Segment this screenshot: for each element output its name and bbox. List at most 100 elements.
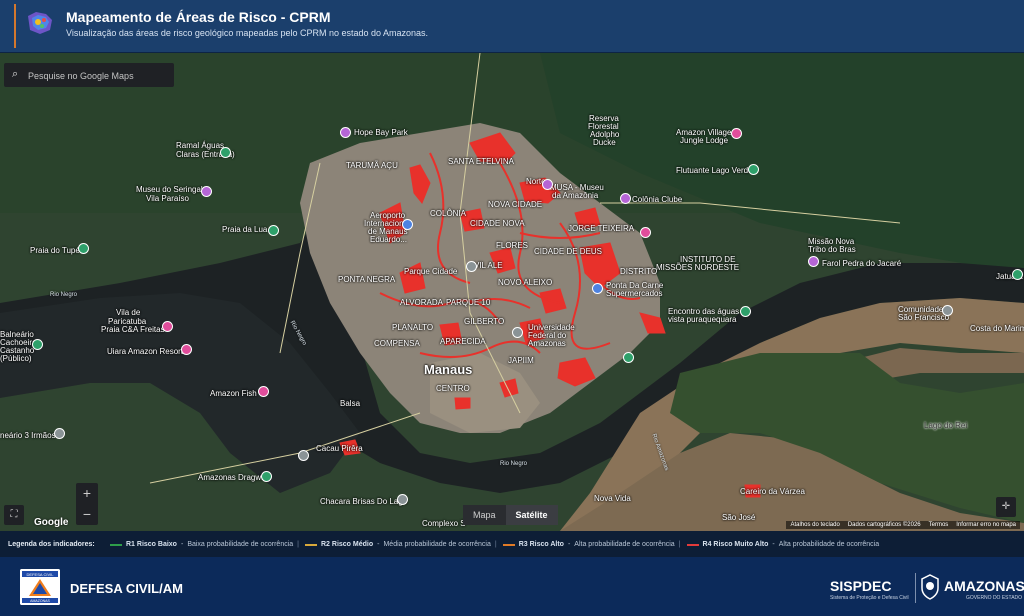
poi-label: Ramal Águas — [176, 141, 225, 150]
map-attribution: Atalhos do teclado Dados cartográficos ©… — [786, 521, 1020, 529]
district-label: PONTA NEGRA — [338, 275, 396, 284]
app-footer: DEFESA CIVIL AMAZONAS DEFESA CIVIL/AM SI… — [0, 557, 1024, 616]
poi-marker-icon[interactable] — [201, 186, 212, 197]
poi-marker-icon[interactable] — [397, 494, 408, 505]
poi-marker-icon[interactable] — [592, 283, 603, 294]
poi-label: neário 3 Irmãos — [0, 431, 56, 440]
poi-label: Supermercados — [606, 289, 663, 298]
poi-label: Amazonas Dragway — [198, 473, 270, 482]
legend-desc: Média probabilidade de ocorrência — [383, 541, 491, 548]
amazonas-subtitle: GOVERNO DO ESTADO — [966, 595, 1023, 601]
district-label: SANTA ETELVINA — [448, 157, 514, 166]
place-label: Balsa — [340, 399, 361, 408]
poi-marker-icon[interactable] — [1012, 269, 1023, 280]
legend-item-r3: R3 Risco Alto - Alta probabilidade de oc… — [502, 541, 681, 548]
place-label: Vila de — [116, 308, 141, 317]
fullscreen-button[interactable]: ⛶ — [4, 505, 24, 525]
page-title: Mapeamento de Áreas de Risco - CPRM — [66, 9, 331, 25]
airport-marker-icon[interactable] — [402, 219, 413, 230]
poi-marker-icon[interactable] — [258, 386, 269, 397]
camera-control-button[interactable]: ✛ — [996, 497, 1016, 517]
zoom-out-button[interactable]: − — [76, 504, 98, 525]
poi-label: Museu do Seringal — [136, 185, 203, 194]
legend-item-r4: R4 Risco Muito Alto - Alta probabilidade… — [686, 541, 880, 548]
legend-desc: Alta probabilidade de ocorrência — [778, 541, 880, 548]
poi-marker-icon[interactable] — [808, 256, 819, 267]
district-label: JAPIIM — [508, 356, 534, 365]
poi-label: Amazonas — [528, 339, 566, 348]
legend-separator: | — [494, 541, 497, 548]
poi-marker-icon[interactable] — [942, 305, 953, 316]
place-label: Cacau Pirêra — [316, 444, 363, 453]
poi-marker-icon[interactable] — [162, 321, 173, 332]
poi-marker-icon[interactable] — [731, 128, 742, 139]
legend-swatch — [502, 543, 515, 546]
poi-marker-icon[interactable] — [740, 306, 751, 317]
map-search-box[interactable]: ⌕ — [4, 63, 174, 87]
poi-marker-icon[interactable] — [640, 227, 651, 238]
place-label: Lago do Rei — [924, 421, 968, 430]
district-label: GILBERTO — [464, 317, 505, 326]
place-label: Nova Vida — [594, 494, 631, 503]
amazonas-logo-text: AMAZONAS — [944, 578, 1024, 594]
district-label: JORGE TEIXEIRA — [568, 224, 635, 233]
district-label: Parque Cidade — [404, 267, 458, 276]
legend-code: R2 Risco Médio — [321, 541, 374, 548]
fullscreen-icon: ⛶ — [10, 509, 18, 520]
poi-marker-icon[interactable] — [32, 339, 43, 350]
app-logo-icon — [28, 12, 52, 34]
poi-marker-icon[interactable] — [748, 164, 759, 175]
poi-label: Ducke — [593, 138, 616, 147]
poi-label: Farol Pedra do Jacaré — [822, 259, 902, 268]
legend-separator: | — [297, 541, 299, 548]
keyboard-shortcuts-link[interactable]: Atalhos do teclado — [790, 522, 839, 528]
poi-label: Amazon Fish — [210, 389, 257, 398]
poi-marker-icon[interactable] — [261, 471, 272, 482]
map-type-map-button[interactable]: Mapa — [463, 505, 506, 525]
poi-marker-icon[interactable] — [78, 243, 89, 254]
report-error-link[interactable]: Informar erro no mapa — [956, 522, 1016, 528]
district-label: FLORES — [496, 241, 529, 250]
legend-dash: - — [180, 541, 184, 548]
district-label: COMPENSA — [374, 339, 420, 348]
river-label: Rio Negro — [500, 461, 528, 467]
legend-item-r2: R2 Risco Médio - Média probabilidade de … — [305, 541, 497, 548]
move-icon: ✛ — [1001, 501, 1011, 512]
district-label: CIDADE NOVA — [470, 219, 525, 228]
poi-marker-icon[interactable] — [298, 450, 309, 461]
terms-link[interactable]: Termos — [929, 522, 949, 528]
legend-code: R1 Risco Baixo — [126, 541, 177, 548]
poi-marker-icon[interactable] — [340, 127, 351, 138]
poi-marker-icon[interactable] — [542, 179, 553, 190]
zoom-in-button[interactable]: + — [76, 483, 98, 504]
district-label: PARQUE 10 — [446, 298, 491, 307]
city-label-manaus: Manaus — [424, 362, 473, 377]
map-type-satellite-button[interactable]: Satélite — [505, 505, 558, 525]
place-label: Careiro da Várzea — [740, 487, 805, 496]
poi-label: (Público) — [0, 354, 32, 363]
map-search-input[interactable] — [26, 65, 174, 87]
poi-label: Vila Paraíso — [146, 194, 189, 203]
place-label: São José — [722, 513, 756, 522]
poi-label: Chacara Brisas Do Lago — [320, 497, 408, 506]
risk-legend: Legenda dos indicadores: R1 Risco Baixo … — [0, 531, 1024, 557]
district-label: VIL ALE — [474, 261, 503, 270]
map-canvas[interactable]: ⌕ Manaus Hope Bay Park Ramal Águas Clara… — [0, 53, 1024, 531]
app-header: Mapeamento de Áreas de Risco - CPRM Visu… — [0, 0, 1024, 53]
footer-divider — [915, 573, 916, 603]
header-accent-bar — [14, 4, 16, 48]
poi-marker-icon[interactable] — [220, 147, 231, 158]
poi-label: Uiara Amazon Resort — [107, 347, 184, 356]
poi-marker-icon[interactable] — [623, 352, 634, 363]
poi-marker-icon[interactable] — [466, 261, 477, 272]
district-label: NOVA CIDADE — [488, 200, 543, 209]
poi-marker-icon[interactable] — [620, 193, 631, 204]
poi-marker-icon[interactable] — [268, 225, 279, 236]
poi-label: Flutuante Lago Verde — [676, 166, 753, 175]
poi-label: vista puraquequara — [668, 315, 737, 324]
poi-marker-icon[interactable] — [54, 428, 65, 439]
legend-desc: Baixa probabilidade de ocorrência — [187, 541, 294, 548]
poi-marker-icon[interactable] — [181, 344, 192, 355]
poi-marker-icon[interactable] — [512, 327, 523, 338]
legend-item-r1: R1 Risco Baixo - Baixa probabilidade de … — [110, 541, 299, 548]
